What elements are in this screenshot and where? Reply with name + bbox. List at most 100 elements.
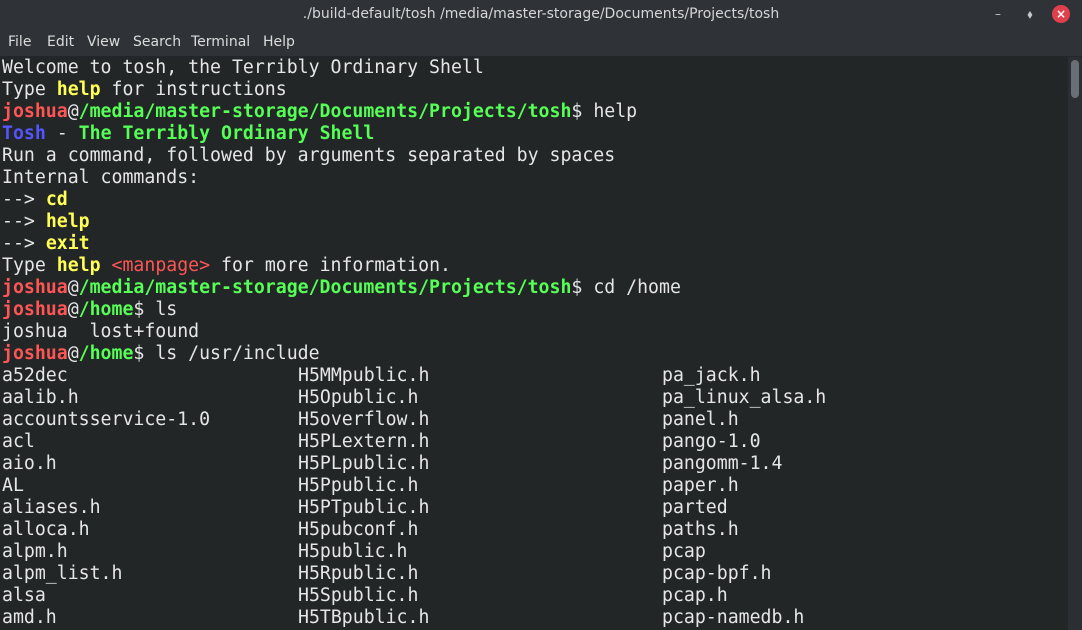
listing-entry: pcap [662,541,706,562]
menu-file[interactable]: File [0,28,39,56]
prompt-line: joshua@/media/master-storage/Documents/P… [2,277,681,299]
listing-entry: alpm_list.h [2,563,123,584]
listing-entry: panel.h [662,409,739,430]
welcome-line: Welcome to tosh, the Terribly Ordinary S… [2,57,484,79]
listing-entry: parted [662,497,728,518]
menu-bar: File Edit View Search Terminal Help [0,28,1082,57]
close-button[interactable]: × [1052,5,1070,23]
listing-entry: a52dec [2,365,68,386]
manpage-arg: <manpage> [111,255,211,276]
prompt-line: joshua@/media/master-storage/Documents/P… [2,101,637,123]
menu-edit[interactable]: Edit [39,28,82,56]
prompt-symbol: $ [571,101,594,122]
prompt-user: joshua [2,299,68,320]
internal-cmd-cd: cd [45,189,68,210]
prompt-symbol: $ [571,277,594,298]
help-keyword: help [56,79,101,100]
tosh-header-line: Tosh - The Terribly Ordinary Shell [2,123,374,145]
space-text [101,255,112,276]
ls-output-text: joshua lost+found [2,321,200,342]
listing-entry: pa_jack.h [662,365,761,386]
internal-cmd-help: help [45,211,90,232]
prompt-at: @ [67,277,79,298]
welcome-text: Welcome to tosh, the Terribly Ordinary S… [2,57,484,78]
listing-entry: pa_linux_alsa.h [662,387,827,408]
listing-entry: H5PLpublic.h [298,453,430,474]
internal-text: Internal commands: [2,167,200,188]
type-text: Type [2,255,57,276]
listing-entry: aio.h [2,453,57,474]
menu-terminal[interactable]: Terminal [183,28,258,56]
listing-entry: pcap-bpf.h [662,563,772,584]
listing-entry: aliases.h [2,497,101,518]
command-text: help [593,101,638,122]
listing-entry: alloca.h [2,519,90,540]
prompt-at: @ [67,299,79,320]
prompt-at: @ [67,343,79,364]
listing-entry: H5PLextern.h [298,431,430,452]
title-bar: ./build-default/tosh /media/master-stora… [0,0,1082,28]
window-title: ./build-default/tosh /media/master-stora… [302,6,780,22]
listing-entry: H5public.h [298,541,408,562]
listing-entry: H5Opublic.h [298,387,419,408]
tosh-full-name: The Terribly Ordinary Shell [78,123,375,144]
tosh-name: Tosh [2,123,46,144]
internal-line: Internal commands: [2,167,199,189]
listing-entry: alpm.h [2,541,68,562]
listing-entry: AL [2,475,24,496]
command-text: ls /usr/include [155,343,320,364]
vertical-scrollbar[interactable] [1068,57,1082,630]
listing-entry: pango-1.0 [662,431,761,452]
manpage-line: Type help <manpage> for more information… [2,255,451,277]
terminal-output[interactable]: Welcome to tosh, the Terribly Ordinary S… [0,57,1068,630]
command-text: ls [155,299,178,320]
prompt-path: /home [78,299,134,320]
dash-text: - [45,123,79,144]
listing-entry: H5Rpublic.h [298,563,419,584]
menu-help[interactable]: Help [255,28,303,56]
listing-entry: accountsservice-1.0 [2,409,211,430]
listing-entry: H5MMpublic.h [298,365,430,386]
maximize-button[interactable]: ⬧ [1020,4,1040,24]
prompt-path: /media/master-storage/Documents/Projects… [78,101,572,122]
prompt-line: joshua@/home$ ls [2,299,177,321]
help-keyword: help [56,255,101,276]
instructions-line: Type help for instructions [2,79,287,101]
menu-search[interactable]: Search [125,28,189,56]
internal-cmd-line: --> exit [2,233,90,255]
instructions-text: for instructions [100,79,287,100]
internal-cmd-exit: exit [45,233,90,254]
listing-entry: pcap.h [662,585,728,606]
prompt-user: joshua [2,343,68,364]
run-text: Run a command, followed by arguments sep… [2,145,616,166]
arrow-text: --> [2,189,46,210]
listing-entry: paper.h [662,475,739,496]
listing-entry: H5Spublic.h [298,585,419,606]
more-info-text: for more information. [210,255,451,276]
ls-output-line: joshua lost+found [2,321,199,343]
prompt-symbol: $ [133,299,156,320]
listing-entry: amd.h [2,607,57,628]
listing-entry: H5pubconf.h [298,519,419,540]
prompt-line: joshua@/home$ ls /usr/include [2,343,320,365]
internal-cmd-line: --> help [2,211,90,233]
listing-entry: H5overflow.h [298,409,430,430]
listing-entry: H5PTpublic.h [298,497,430,518]
listing-entry: H5TBpublic.h [298,607,430,628]
prompt-at: @ [67,101,79,122]
listing-entry: pangomm-1.4 [662,453,783,474]
prompt-user: joshua [2,277,68,298]
prompt-symbol: $ [133,343,156,364]
type-text: Type [2,79,57,100]
listing-entry: acl [2,431,35,452]
internal-cmd-line: --> cd [2,189,68,211]
menu-view[interactable]: View [79,28,128,56]
minimize-button[interactable]: – [988,4,1008,24]
arrow-text: --> [2,211,46,232]
scrollbar-thumb[interactable] [1071,60,1079,98]
listing-entry: pcap-namedb.h [662,607,805,628]
listing-entry: aalib.h [2,387,79,408]
command-text: cd /home [593,277,681,298]
listing-entry: H5Ppublic.h [298,475,419,496]
listing-entry: paths.h [662,519,739,540]
